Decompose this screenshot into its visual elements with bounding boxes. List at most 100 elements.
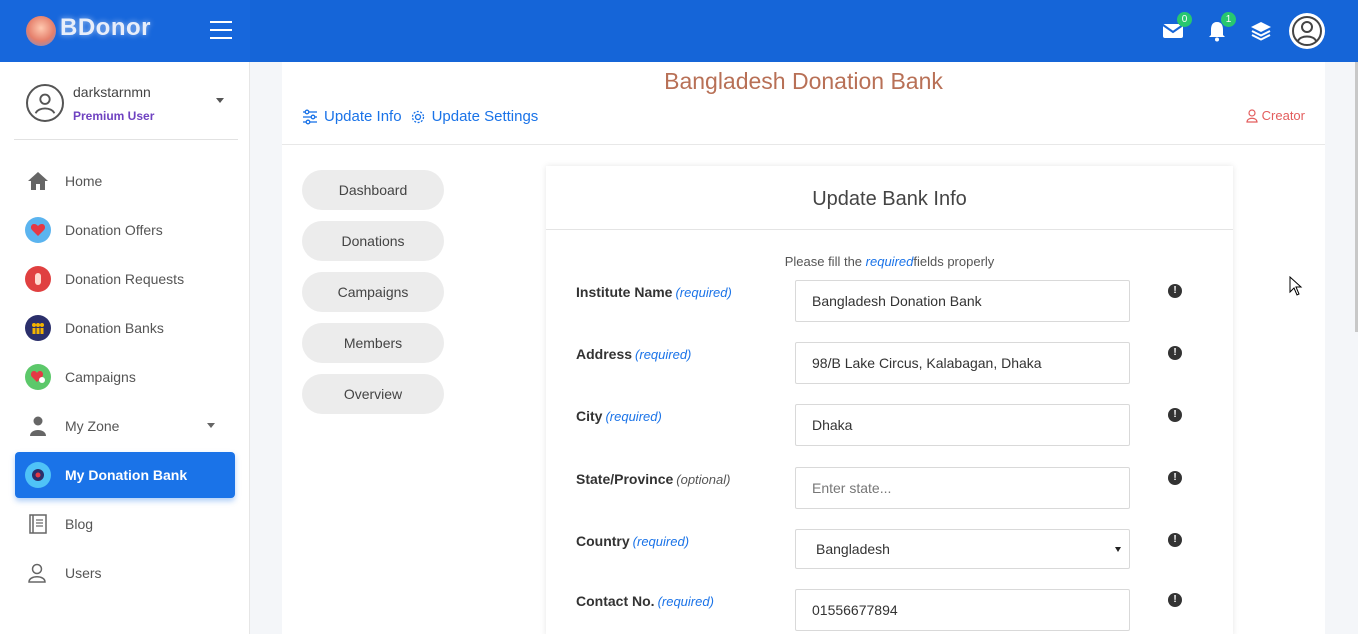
field-row-country: Country (required) Bangladesh ! [576, 529, 1216, 573]
user-icon [1246, 108, 1258, 123]
sidebar-item-my-zone[interactable]: My Zone [15, 403, 235, 449]
note-suffix: fields properly [913, 254, 995, 269]
info-icon[interactable]: ! [1168, 593, 1182, 607]
menu-toggle-button[interactable] [210, 21, 232, 39]
home-icon [25, 168, 51, 194]
update-bank-info-card: Update Bank Info Please fill the require… [546, 166, 1233, 634]
page-tabs: Update Info Update Settings [302, 108, 546, 125]
brand-logo-icon [26, 16, 56, 46]
user-avatar-icon [34, 93, 56, 114]
main-content: Bangladesh Donation Bank Update Info Upd… [282, 62, 1325, 634]
sidebar-item-donation-requests[interactable]: Donation Requests [15, 256, 235, 302]
hand-icon [25, 266, 51, 292]
user-name: darkstarnmn [73, 84, 151, 100]
card-divider [546, 229, 1233, 230]
sidebar-item-label: My Donation Bank [65, 467, 188, 483]
info-icon[interactable]: ! [1168, 284, 1182, 298]
sidebar-item-donation-offers[interactable]: Donation Offers [15, 207, 235, 253]
field-label: State/Province (optional) [576, 471, 731, 487]
notifications-button[interactable]: 1 [1204, 12, 1236, 44]
address-input[interactable] [795, 342, 1130, 384]
top-bar: BDonor 0 1 [0, 0, 1358, 62]
field-row-institute-name: Institute Name(required) ! [576, 280, 1216, 324]
layers-icon [1251, 22, 1271, 41]
pill-campaigns[interactable]: Campaigns [302, 272, 444, 312]
header-divider [282, 144, 1325, 145]
chevron-down-icon[interactable] [216, 98, 224, 103]
mail-button[interactable]: 0 [1160, 12, 1192, 44]
field-label: Institute Name (required) [576, 284, 732, 300]
brand[interactable]: BDonor [0, 0, 250, 62]
bank-icon [25, 462, 51, 488]
info-icon[interactable]: ! [1168, 346, 1182, 360]
mouse-cursor-icon [1289, 275, 1303, 299]
pill-members[interactable]: Members [302, 323, 444, 363]
page-title: Bangladesh Donation Bank [664, 68, 943, 94]
creator-label: Creator [1261, 108, 1305, 123]
info-icon[interactable]: ! [1168, 408, 1182, 422]
note-prefix: Please fill the [784, 254, 863, 269]
sidebar-item-label: Blog [65, 516, 94, 532]
chevron-down-icon [207, 423, 215, 428]
info-icon[interactable]: ! [1168, 471, 1182, 485]
person-icon [25, 413, 51, 439]
sidebar: darkstarnmn Premium User Home Donation O… [0, 62, 250, 634]
sidebar-item-label: Donation Requests [65, 271, 185, 287]
note-required: required [865, 254, 914, 269]
country-select-value: Bangladesh [816, 541, 890, 557]
card-title: Update Bank Info [812, 188, 967, 210]
form-note: Please fill the requiredfields properly [546, 254, 1233, 269]
layers-button[interactable] [1248, 18, 1274, 44]
sidebar-item-label: Donation Offers [65, 222, 163, 238]
sidebar-item-my-donation-bank[interactable]: My Donation Bank [15, 452, 235, 498]
heart-hand-icon [25, 217, 51, 243]
field-row-address: Address(required) ! [576, 342, 1216, 386]
tab-update-settings[interactable]: Update Settings [410, 108, 539, 125]
sidebar-item-campaigns[interactable]: Campaigns [15, 354, 235, 400]
notebook-icon [25, 511, 51, 537]
sliders-icon [303, 109, 317, 124]
state-input[interactable] [795, 467, 1130, 509]
chevron-down-icon [1115, 547, 1121, 552]
campaign-icon [25, 364, 51, 390]
field-label: Contact No. (required) [576, 593, 714, 609]
users-icon [25, 560, 51, 586]
country-select[interactable]: Bangladesh [795, 529, 1130, 569]
notification-count-badge: 1 [1221, 12, 1236, 27]
sidebar-item-label: Users [65, 565, 102, 581]
field-label: City (required) [576, 408, 662, 424]
pill-donations[interactable]: Donations [302, 221, 444, 261]
pill-dashboard[interactable]: Dashboard [302, 170, 444, 210]
section-pills: Dashboard Donations Campaigns Members Ov… [302, 170, 444, 425]
sidebar-item-label: Home [65, 173, 103, 189]
tab-label: Update Settings [431, 108, 539, 125]
pill-overview[interactable]: Overview [302, 374, 444, 414]
info-icon[interactable]: ! [1168, 533, 1182, 547]
field-label: Country (required) [576, 533, 690, 549]
mail-count-badge: 0 [1177, 12, 1192, 27]
institute-name-input[interactable] [795, 280, 1130, 322]
sidebar-item-label: Donation Banks [65, 320, 164, 336]
creator-badge: Creator [1246, 108, 1305, 123]
sidebar-item-label: Campaigns [65, 369, 136, 385]
field-label: Address (required) [576, 346, 692, 362]
sidebar-item-home[interactable]: Home [15, 158, 235, 204]
sidebar-item-users[interactable]: Users [15, 550, 235, 596]
field-row-state: State/Province(optional) ! [576, 467, 1216, 511]
tab-update-info[interactable]: Update Info [302, 108, 402, 125]
user-role: Premium User [73, 109, 155, 123]
sidebar-item-label: My Zone [65, 418, 120, 434]
user-avatar [26, 84, 64, 122]
tab-label: Update Info [324, 108, 402, 125]
brand-name: BDonor [60, 14, 151, 41]
sidebar-nav: Home Donation Offers Donation Requests D… [15, 158, 235, 599]
sidebar-item-blog[interactable]: Blog [15, 501, 235, 547]
profile-avatar-button[interactable] [1289, 13, 1325, 49]
user-panel[interactable]: darkstarnmn Premium User [14, 74, 238, 140]
field-row-city: City(required) ! [576, 404, 1216, 448]
people-icon [25, 315, 51, 341]
city-input[interactable] [795, 404, 1130, 446]
gear-icon [411, 110, 424, 123]
contact-number-input[interactable] [795, 589, 1130, 631]
sidebar-item-donation-banks[interactable]: Donation Banks [15, 305, 235, 351]
